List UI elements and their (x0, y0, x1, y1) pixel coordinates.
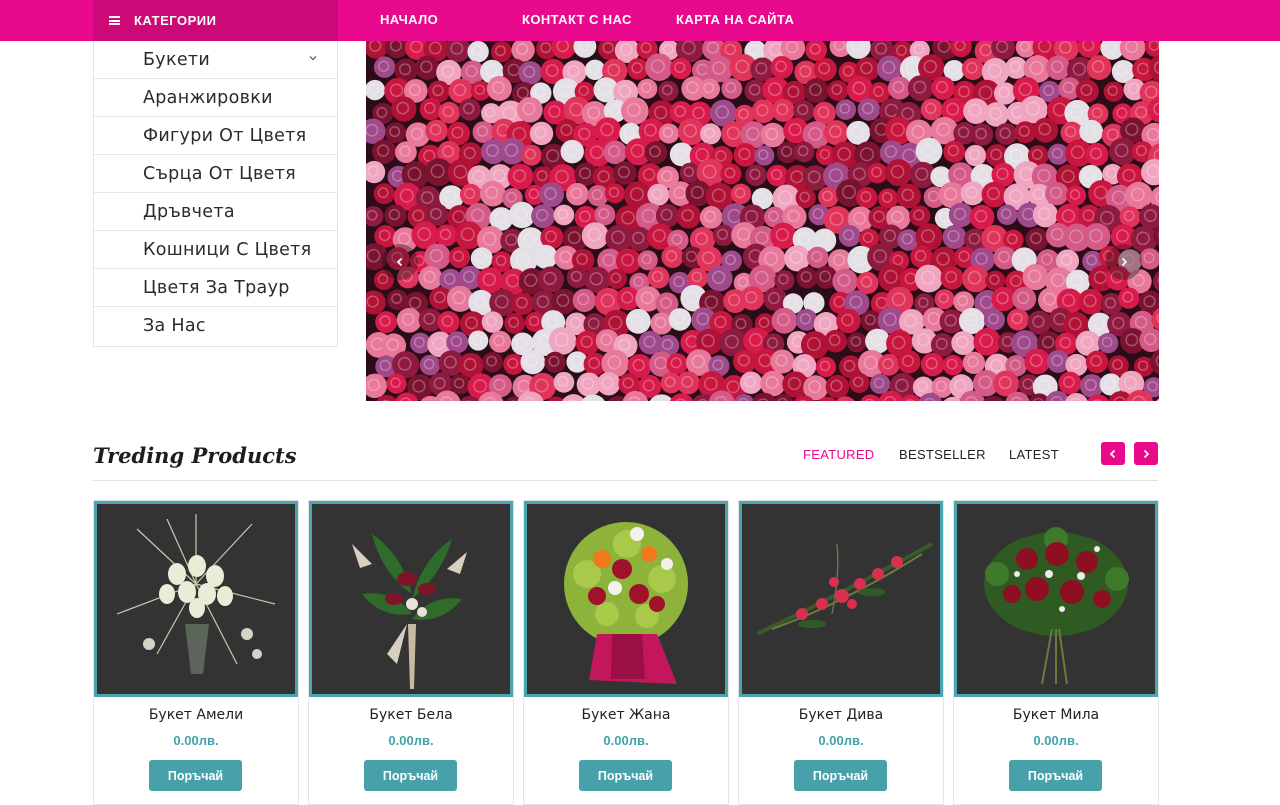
product-price: 0.00лв. (1033, 733, 1079, 748)
sidebar-item-bouquets[interactable]: Букети (94, 41, 337, 79)
sidebar-item-baskets[interactable]: Кошници С Цветя (94, 231, 337, 269)
mixed-bouquet-image (527, 504, 725, 694)
sidebar-item-trees[interactable]: Дръвчета (94, 193, 337, 231)
product-name[interactable]: Букет Дива (739, 707, 943, 723)
products-next-button[interactable] (1134, 442, 1158, 465)
product-name[interactable]: Букет Жана (524, 707, 728, 723)
sidebar-item-label: Дръвчета (143, 201, 235, 222)
nav-link-contact[interactable]: КОНТАКТ С НАС (522, 0, 632, 41)
tab-featured[interactable]: FEATURED (803, 447, 875, 462)
rose-wall-image (366, 41, 1159, 401)
sidebar-item-flower-hearts[interactable]: Сърца От Цветя (94, 155, 337, 193)
sidebar-item-label: Фигури От Цветя (143, 125, 307, 146)
section-divider (93, 480, 1158, 481)
product-price: 0.00лв. (603, 733, 649, 748)
sidebar-item-label: Кошници С Цветя (143, 239, 312, 260)
product-image[interactable] (524, 501, 728, 697)
chevron-right-icon (1143, 449, 1150, 458)
sidebar-item-flower-figures[interactable]: Фигури От Цветя (94, 117, 337, 155)
product-image[interactable] (94, 501, 298, 697)
sidebar-item-label: Сърца От Цветя (143, 163, 297, 184)
anthurium-bouquet-image (312, 504, 510, 694)
sidebar-item-label: Цветя За Траур (143, 277, 290, 298)
product-price: 0.00лв. (173, 733, 219, 748)
product-image[interactable] (954, 501, 1158, 697)
tab-bestseller[interactable]: BESTSELLER (899, 447, 986, 462)
sidebar-item-funeral[interactable]: Цветя За Траур (94, 269, 337, 307)
categories-menu-button[interactable]: КАТЕГОРИИ (93, 0, 338, 41)
sidebar-item-label: Букети (143, 49, 211, 70)
product-name[interactable]: Букет Бела (309, 707, 513, 723)
products-prev-button[interactable] (1101, 442, 1125, 465)
chevron-left-icon (1109, 449, 1116, 458)
nav-link-sitemap[interactable]: КАРТА НА САЙТА (676, 0, 794, 41)
tab-latest[interactable]: LATEST (1009, 447, 1059, 462)
sidebar-item-about[interactable]: За Нас (94, 307, 337, 345)
hero-banner-slider (366, 41, 1159, 401)
slider-next-button[interactable] (1106, 244, 1142, 280)
categories-label: КАТЕГОРИИ (134, 13, 217, 28)
product-image[interactable] (309, 501, 513, 697)
orchid-arrangement-image (742, 504, 940, 694)
chevron-right-icon (1121, 257, 1128, 267)
product-card[interactable]: Букет Дива 0.00лв. Поръчай (738, 500, 944, 805)
top-navigation-bar: КАТЕГОРИИ НАЧАЛО КОНТАКТ С НАС КАРТА НА … (0, 0, 1280, 41)
order-button[interactable]: Поръчай (149, 760, 242, 791)
sidebar-item-label: За Нас (143, 316, 206, 336)
red-rose-bouquet-image (957, 504, 1155, 694)
order-button[interactable]: Поръчай (579, 760, 672, 791)
order-button[interactable]: Поръчай (1009, 760, 1102, 791)
category-sidebar: Букети Аранжировки Фигури От Цветя Сърца… (93, 41, 338, 347)
section-title: Treding Products (93, 443, 297, 468)
sidebar-item-label: Аранжировки (143, 87, 273, 108)
product-card[interactable]: Букет Бела 0.00лв. Поръчай (308, 500, 514, 805)
product-card[interactable]: Букет Жана 0.00лв. Поръчай (523, 500, 729, 805)
product-card[interactable]: Букет Мила 0.00лв. Поръчай (953, 500, 1159, 805)
order-button[interactable]: Поръчай (794, 760, 887, 791)
product-card[interactable]: Букет Амели 0.00лв. Поръчай (93, 500, 299, 805)
order-button[interactable]: Поръчай (364, 760, 457, 791)
product-name[interactable]: Букет Амели (94, 707, 298, 723)
product-price: 0.00лв. (818, 733, 864, 748)
chevron-left-icon (396, 257, 403, 267)
product-image[interactable] (739, 501, 943, 697)
nav-link-home[interactable]: НАЧАЛО (380, 0, 438, 41)
product-price: 0.00лв. (388, 733, 434, 748)
chevron-down-icon (309, 56, 317, 61)
slider-prev-button[interactable] (382, 244, 418, 280)
sidebar-item-arrangements[interactable]: Аранжировки (94, 79, 337, 117)
product-name[interactable]: Букет Мила (954, 707, 1158, 723)
hamburger-icon (109, 16, 120, 25)
white-bouquet-image (97, 504, 295, 694)
